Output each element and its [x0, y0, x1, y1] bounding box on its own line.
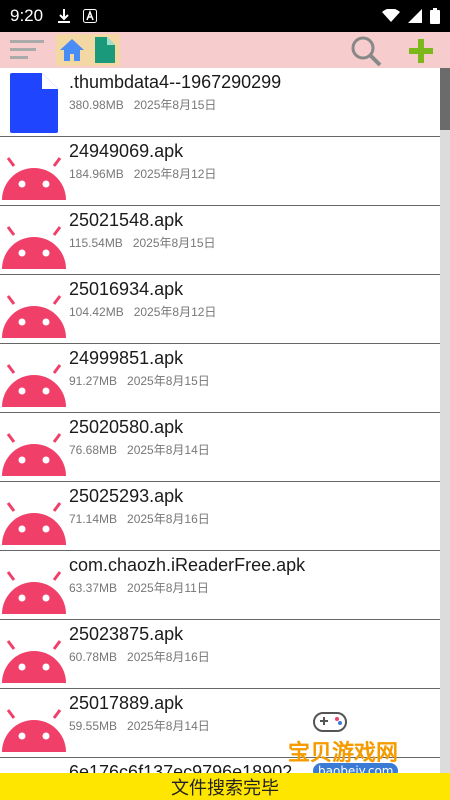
- file-row[interactable]: 6e176c6f137ec9796e18902: [0, 758, 440, 773]
- wifi-icon: [382, 9, 400, 22]
- file-name: 6e176c6f137ec9796e18902: [69, 762, 293, 773]
- file-name: 25020580.apk: [69, 417, 184, 437]
- file-name: 25021548.apk: [69, 210, 184, 230]
- file-row[interactable]: 25017889.apk 59.55MB 2025年8月14日: [0, 689, 440, 758]
- file-name: 25017889.apk: [69, 693, 184, 713]
- android-icon: [2, 502, 66, 545]
- scrollbar[interactable]: [440, 68, 450, 773]
- file-row[interactable]: .thumbdata4--1967290299 380.98MB 2025年8月1…: [0, 68, 440, 137]
- file-row[interactable]: 25021548.apk 115.54MB 2025年8月15日: [0, 206, 440, 275]
- file-name: com.chaozh.iReaderFree.apk: [69, 555, 306, 575]
- android-icon: [2, 295, 66, 338]
- toolbar: [0, 32, 450, 68]
- file-row[interactable]: 25016934.apk 104.42MB 2025年8月12日: [0, 275, 440, 344]
- signal-icon: [408, 9, 422, 23]
- file-row[interactable]: 25023875.apk 60.78MB 2025年8月16日: [0, 620, 440, 689]
- scroll-thumb[interactable]: [440, 68, 450, 130]
- file-meta: 71.14MB 2025年8月16日: [69, 512, 210, 526]
- android-icon: [2, 433, 66, 476]
- file-name: 24999851.apk: [69, 348, 184, 368]
- file-meta: 63.37MB 2025年8月11日: [69, 581, 209, 595]
- android-icon: [2, 709, 66, 752]
- file-meta: 60.78MB 2025年8月16日: [69, 650, 210, 664]
- status-bar: 9:20: [0, 0, 450, 32]
- file-name: 25023875.apk: [69, 624, 184, 644]
- search-complete-bar: 文件搜索完毕: [0, 773, 450, 800]
- battery-icon: [430, 8, 440, 24]
- file-name: 24949069.apk: [69, 141, 184, 161]
- file-meta: 59.55MB 2025年8月14日: [69, 719, 210, 733]
- android-icon: [2, 364, 66, 407]
- file-row[interactable]: com.chaozh.iReaderFree.apk 63.37MB 2025年8…: [0, 551, 440, 620]
- file-row[interactable]: 25025293.apk 71.14MB 2025年8月16日: [0, 482, 440, 551]
- add-icon[interactable]: [407, 37, 435, 65]
- status-time: 9:20: [10, 6, 44, 25]
- document-icon[interactable]: [88, 34, 120, 66]
- file-name: 25016934.apk: [69, 279, 184, 299]
- file-meta: 91.27MB 2025年8月15日: [69, 374, 210, 388]
- app-notification-icon: [83, 9, 98, 23]
- file-meta: 184.96MB 2025年8月12日: [69, 167, 217, 181]
- file-name: 25025293.apk: [69, 486, 184, 506]
- file-row[interactable]: 24949069.apk 184.96MB 2025年8月12日: [0, 137, 440, 206]
- file-meta: 104.42MB 2025年8月12日: [69, 305, 217, 319]
- file-meta: 76.68MB 2025年8月14日: [69, 443, 210, 457]
- android-icon: [2, 640, 66, 683]
- android-icon: [2, 571, 66, 614]
- menu-icon[interactable]: [10, 38, 46, 62]
- download-icon: [58, 9, 71, 23]
- file-meta: 380.98MB 2025年8月15日: [69, 98, 217, 112]
- android-icon: [2, 157, 66, 200]
- home-icon[interactable]: [56, 34, 88, 66]
- search-icon[interactable]: [350, 35, 382, 67]
- android-icon: [2, 226, 66, 269]
- file-list[interactable]: .thumbdata4--1967290299 380.98MB 2025年8月1…: [0, 68, 440, 773]
- file-icon: [10, 73, 58, 133]
- file-name: .thumbdata4--1967290299: [69, 72, 282, 92]
- file-row[interactable]: 25020580.apk 76.68MB 2025年8月14日: [0, 413, 440, 482]
- search-complete-text: 文件搜索完毕: [171, 777, 279, 799]
- file-row[interactable]: 24999851.apk 91.27MB 2025年8月15日: [0, 344, 440, 413]
- file-meta: 115.54MB 2025年8月15日: [69, 236, 216, 250]
